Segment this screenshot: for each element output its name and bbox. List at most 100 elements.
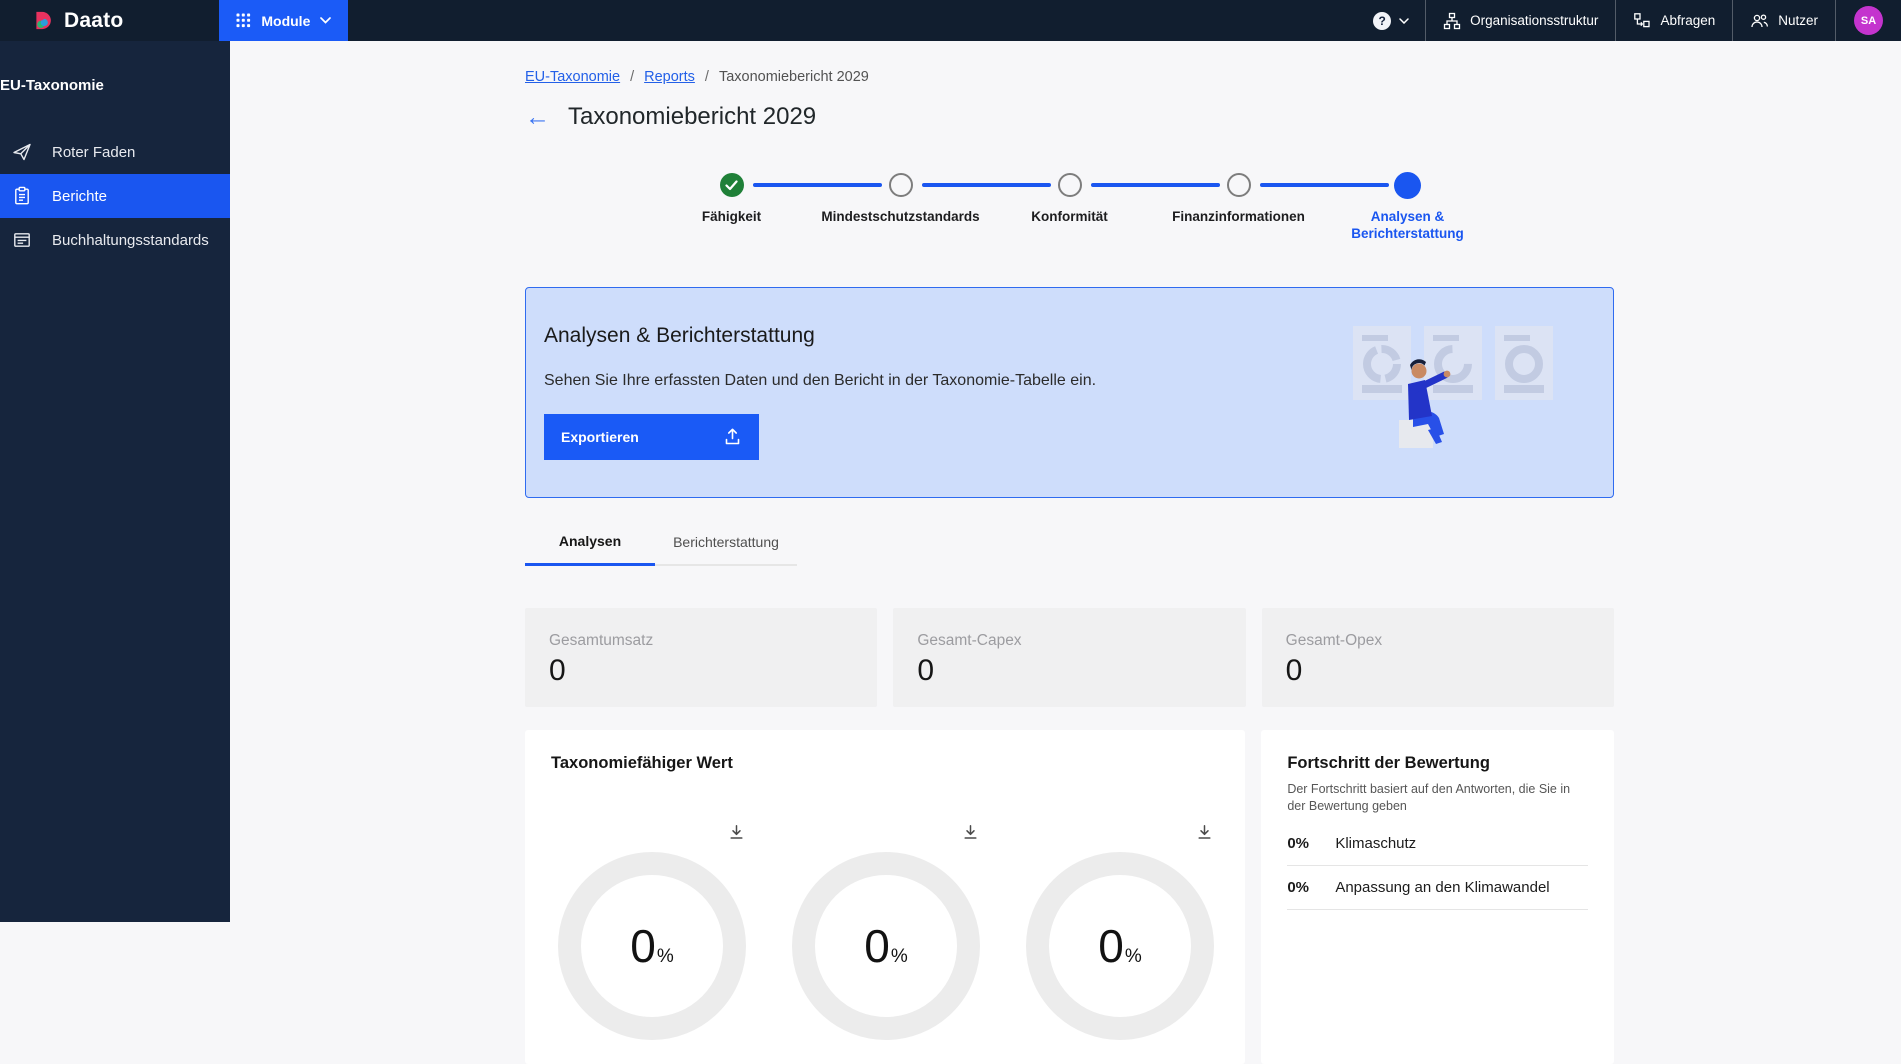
tab-analysen[interactable]: Analysen <box>525 520 655 566</box>
chevron-down-icon <box>320 17 332 24</box>
user-avatar[interactable]: SA <box>1854 6 1883 35</box>
tab-label: Berichterstattung <box>673 533 779 550</box>
stat-label: Gesamtumsatz <box>549 631 654 649</box>
paper-plane-icon <box>12 142 32 162</box>
users-icon <box>1750 12 1769 30</box>
module-button-label: Module <box>261 12 311 29</box>
sidebar-item-berichte[interactable]: Berichte <box>0 174 230 218</box>
download-icon[interactable] <box>726 823 746 843</box>
donut-unit: % <box>656 945 674 967</box>
nav-organisationsstruktur[interactable]: Organisationsstruktur <box>1425 0 1615 41</box>
progress-rows: 0% Klimaschutz 0% Anpassung an den Klima… <box>1287 822 1588 910</box>
sidebar-item-buchhaltungsstandards[interactable]: Buchhaltungsstandards <box>0 218 230 262</box>
card-title: Taxonomiefähiger Wert <box>551 753 733 772</box>
donut-chart: 0% <box>558 851 746 1040</box>
donut-unit: % <box>890 945 908 967</box>
stepper-step-finanzinformationen[interactable]: Finanzinformationen <box>1090 171 1323 243</box>
breadcrumb-link-eu-taxonomie[interactable]: EU-Taxonomie <box>525 69 620 85</box>
org-structure-icon <box>1443 12 1461 30</box>
donut-block: 0% <box>1026 823 1214 1040</box>
stat-value: 0 <box>549 653 566 687</box>
daato-logo-icon <box>34 11 54 31</box>
sidebar-nav: Roter Faden Berichte Buchhaltungsstandar… <box>0 130 230 262</box>
breadcrumb-separator: / <box>630 69 635 85</box>
breadcrumb: EU-Taxonomie / Reports / Taxonomieberich… <box>525 69 1614 85</box>
sidebar-item-roter-faden[interactable]: Roter Faden <box>0 130 230 174</box>
stepper-connector <box>1259 183 1389 187</box>
step-label: Finanzinformationen <box>1172 209 1305 224</box>
stepper-step-konformitaet[interactable]: Konformität <box>921 171 1154 243</box>
main-area: EU-Taxonomie / Reports / Taxonomieberich… <box>230 41 1901 1064</box>
export-button[interactable]: Exportieren <box>544 413 759 460</box>
stepper-step-faehigkeit[interactable]: Fähigkeit <box>647 171 816 243</box>
step-circle <box>1057 173 1082 197</box>
donut-charts: 0% 0% 0 % <box>551 823 1219 1040</box>
module-button[interactable]: Module <box>219 0 349 41</box>
sidebar-item-label: Roter Faden <box>52 143 136 161</box>
help-icon: ? <box>1373 11 1392 30</box>
step-label: Konformität <box>1031 209 1108 224</box>
stepper-step-analysen-berichterstattung[interactable]: Analysen & Berichterstattung <box>1259 171 1492 243</box>
nav-label: Abfragen <box>1660 13 1716 28</box>
breadcrumb-current: Taxonomiebericht 2029 <box>718 69 869 85</box>
card-title: Fortschritt der Bewertung <box>1287 753 1490 772</box>
stat-label: Gesamt-Capex <box>917 631 1022 649</box>
donut-value: 0 <box>630 919 656 972</box>
stepper: Fähigkeit Mindestschutzstandards Konform… <box>525 171 1614 243</box>
donut-unit: % <box>1124 945 1142 967</box>
taxonomiefaehiger-wert-card: Taxonomiefähiger Wert 0% 0 % 0 % <box>525 729 1246 1064</box>
grid-icon <box>236 13 251 28</box>
download-icon[interactable] <box>960 823 980 843</box>
nav-nutzer[interactable]: Nutzer <box>1732 0 1835 41</box>
download-icon[interactable] <box>1194 823 1214 843</box>
donut-block: 0% <box>558 823 746 1040</box>
sidebar-item-label: Buchhaltungsstandards <box>52 231 209 249</box>
progress-percent: 0% <box>1287 878 1309 896</box>
export-button-label: Exportieren <box>561 428 639 445</box>
progress-percent: 0% <box>1287 834 1309 852</box>
tab-bar: Analysen Berichterstattung <box>525 520 797 566</box>
progress-label: Klimaschutz <box>1335 834 1417 852</box>
stat-value: 0 <box>1285 653 1303 687</box>
chevron-down-icon <box>1399 17 1409 24</box>
sidebar-item-label: Berichte <box>52 187 108 205</box>
stepper-connector <box>752 183 882 187</box>
nav-abfragen[interactable]: Abfragen <box>1615 0 1732 41</box>
help-menu[interactable]: ? <box>1357 0 1425 41</box>
breadcrumb-link-reports[interactable]: Reports <box>644 69 695 85</box>
nav-label: Organisationsstruktur <box>1470 13 1599 28</box>
donut-chart: 0% <box>1026 851 1214 1040</box>
progress-row-klimaschutz: 0% Klimaschutz <box>1287 822 1588 866</box>
step-circle-current <box>1394 171 1421 199</box>
step-label: Analysen & Berichterstattung <box>1351 209 1464 241</box>
back-button[interactable]: ← <box>525 104 550 130</box>
clipboard-icon <box>12 186 32 206</box>
progress-row-anpassung: 0% Anpassung an den Klimawandel <box>1287 866 1588 910</box>
page-title: Taxonomiebericht 2029 <box>568 103 817 130</box>
export-icon <box>723 427 742 446</box>
workflow-icon <box>1633 12 1651 30</box>
progress-label: Anpassung an den Klimawandel <box>1335 878 1550 896</box>
step-circle <box>888 173 913 197</box>
stepper-connector <box>1090 183 1220 187</box>
donut-chart: 0% <box>792 851 980 1040</box>
stat-card-gesamt-opex: Gesamt-Opex 0 <box>1261 607 1614 707</box>
nav-label: Nutzer <box>1778 13 1818 28</box>
card-subtitle: Der Fortschritt basiert auf den Antworte… <box>1287 781 1571 814</box>
tab-berichterstattung[interactable]: Berichterstattung <box>655 520 797 566</box>
donut-value: 0 <box>1098 919 1124 972</box>
step-circle <box>1226 173 1251 197</box>
ledger-icon <box>12 230 32 250</box>
stat-card-gesamt-capex: Gesamt-Capex 0 <box>893 607 1246 707</box>
stepper-connector <box>921 183 1051 187</box>
breadcrumb-separator: / <box>704 69 709 85</box>
topbar: Daato Module ? Organisationsstruktur Abf… <box>0 0 1901 41</box>
donut-block: 0% <box>792 823 980 1040</box>
stat-card-gesamtumsatz: Gesamtumsatz 0 <box>525 607 878 707</box>
avatar-container: SA <box>1835 0 1901 41</box>
stepper-step-mindestschutzstandards[interactable]: Mindestschutzstandards <box>752 171 985 243</box>
sidebar-section-title: EU-Taxonomie <box>0 77 104 94</box>
daato-logo[interactable]: Daato <box>34 0 123 41</box>
tab-label: Analysen <box>558 533 622 550</box>
donut-value: 0 <box>864 919 890 972</box>
